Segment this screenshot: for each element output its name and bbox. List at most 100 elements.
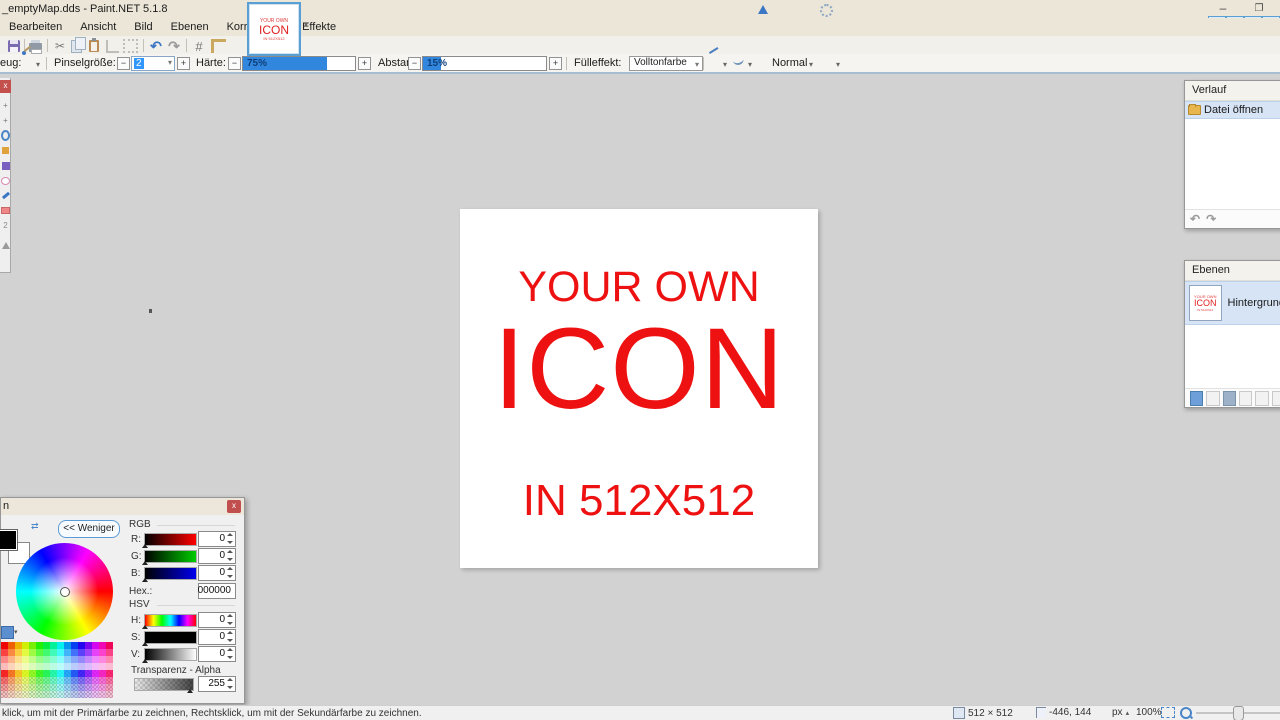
selection-clip-chevron-icon[interactable]: ▾ <box>836 60 840 69</box>
v-value-box[interactable]: 0 <box>198 646 236 662</box>
s-slider[interactable] <box>144 631 197 644</box>
deselect-button[interactable] <box>122 38 138 54</box>
color-swatch[interactable] <box>99 670 106 677</box>
color-swatch[interactable] <box>64 677 71 684</box>
color-swatch[interactable] <box>29 656 36 663</box>
antialias-chevron-icon[interactable]: ▾ <box>723 60 727 69</box>
color-swatch[interactable] <box>106 677 113 684</box>
color-swatch[interactable] <box>57 663 64 670</box>
color-swatch[interactable] <box>64 656 71 663</box>
color-swatch[interactable] <box>71 663 78 670</box>
color-swatch[interactable] <box>8 642 15 649</box>
color-swatch[interactable] <box>71 677 78 684</box>
color-swatch[interactable] <box>92 642 99 649</box>
color-swatch[interactable] <box>1 663 8 670</box>
history-redo-button[interactable]: ↷ <box>1206 212 1216 226</box>
primary-color-swatch[interactable] <box>0 529 18 551</box>
brush-size-increase[interactable]: + <box>177 57 190 70</box>
eraser-tool-icon[interactable] <box>1 203 10 218</box>
color-swatch[interactable] <box>106 649 113 656</box>
color-swatch[interactable] <box>57 670 64 677</box>
unit-dropdown[interactable]: px ▴ <box>1112 707 1129 718</box>
alpha-spinner[interactable] <box>226 678 234 689</box>
color-swatch[interactable] <box>29 642 36 649</box>
r-spinner[interactable] <box>226 533 234 544</box>
less-button[interactable]: << Weniger <box>58 520 120 538</box>
color-swatch[interactable] <box>50 656 57 663</box>
color-swatch[interactable] <box>29 649 36 656</box>
color-wheel-cursor[interactable] <box>60 587 70 597</box>
color-swatch[interactable] <box>85 642 92 649</box>
color-swatch[interactable] <box>29 663 36 670</box>
color-swatch[interactable] <box>71 649 78 656</box>
color-swatch[interactable] <box>99 684 106 691</box>
color-swatch[interactable] <box>85 691 92 698</box>
color-swatch[interactable] <box>64 684 71 691</box>
v-slider[interactable] <box>144 648 197 661</box>
color-swatch-grid[interactable] <box>1 642 113 698</box>
color-swatch[interactable] <box>50 691 57 698</box>
color-swatch[interactable] <box>71 684 78 691</box>
color-swatch[interactable] <box>15 670 22 677</box>
color-swatch[interactable] <box>64 649 71 656</box>
color-swatch[interactable] <box>85 656 92 663</box>
color-swatch[interactable] <box>85 677 92 684</box>
color-swatch[interactable] <box>106 691 113 698</box>
fill-style-select[interactable]: Volltonfarbe ▾ <box>629 56 703 71</box>
color-swatch[interactable] <box>64 642 71 649</box>
zoom-tool-icon[interactable] <box>1 128 10 143</box>
color-wheel[interactable] <box>16 543 113 640</box>
color-swatch[interactable] <box>92 677 99 684</box>
spacing-slider[interactable]: 15% <box>422 56 547 71</box>
color-swatch[interactable] <box>43 684 50 691</box>
restore-button[interactable]: ❐ <box>1246 2 1272 16</box>
add-layer-button[interactable] <box>1190 391 1203 406</box>
color-swatch[interactable] <box>29 684 36 691</box>
menu-bild[interactable]: Bild <box>125 18 161 36</box>
color-swatch[interactable] <box>36 649 43 656</box>
shapes-tool-icon[interactable] <box>1 238 10 253</box>
hex-value-box[interactable]: 000000 <box>198 583 236 599</box>
paint-bucket-tool-icon[interactable] <box>1 143 10 158</box>
color-swatch[interactable] <box>36 642 43 649</box>
color-swatch[interactable] <box>92 691 99 698</box>
color-swatch[interactable] <box>8 691 15 698</box>
color-swatch[interactable] <box>57 684 64 691</box>
undo-button[interactable]: ↶ <box>148 38 164 54</box>
brush-size-combo[interactable]: 2 ▾ <box>131 56 175 71</box>
color-swatch[interactable] <box>8 684 15 691</box>
color-swatch[interactable] <box>106 670 113 677</box>
h-spinner[interactable] <box>226 614 234 625</box>
brush-tool-strip-icon[interactable] <box>1 188 10 203</box>
color-swatch[interactable] <box>92 656 99 663</box>
color-swatch[interactable] <box>36 670 43 677</box>
paste-button[interactable] <box>86 38 102 54</box>
color-swatch[interactable] <box>99 691 106 698</box>
color-swatch[interactable] <box>29 691 36 698</box>
color-swatch[interactable] <box>50 684 57 691</box>
color-swatch[interactable] <box>43 663 50 670</box>
color-swatch[interactable] <box>29 677 36 684</box>
color-swatch[interactable] <box>85 684 92 691</box>
tools-close-button[interactable]: x <box>0 80 11 93</box>
color-swatch[interactable] <box>92 649 99 656</box>
swap-colors-icon[interactable]: ⇄ <box>31 521 39 532</box>
color-swatch[interactable] <box>15 684 22 691</box>
color-swatch[interactable] <box>99 642 106 649</box>
zoom-slider-thumb[interactable] <box>1233 706 1244 720</box>
color-swatch[interactable] <box>15 663 22 670</box>
color-swatch[interactable] <box>1 684 8 691</box>
color-swatch[interactable] <box>85 670 92 677</box>
color-swatch[interactable] <box>22 656 29 663</box>
color-swatch[interactable] <box>64 691 71 698</box>
color-swatch[interactable] <box>64 670 71 677</box>
redo-button[interactable]: ↷ <box>166 38 182 54</box>
grid-toggle-button[interactable]: # <box>191 38 207 54</box>
v-spinner[interactable] <box>226 648 234 659</box>
selection-clip-icon[interactable] <box>820 4 833 17</box>
lasso-tool-icon[interactable] <box>1 173 10 188</box>
color-swatch[interactable] <box>22 649 29 656</box>
color-swatch[interactable] <box>43 691 50 698</box>
color-swatch[interactable] <box>71 691 78 698</box>
color-swatch[interactable] <box>1 691 8 698</box>
